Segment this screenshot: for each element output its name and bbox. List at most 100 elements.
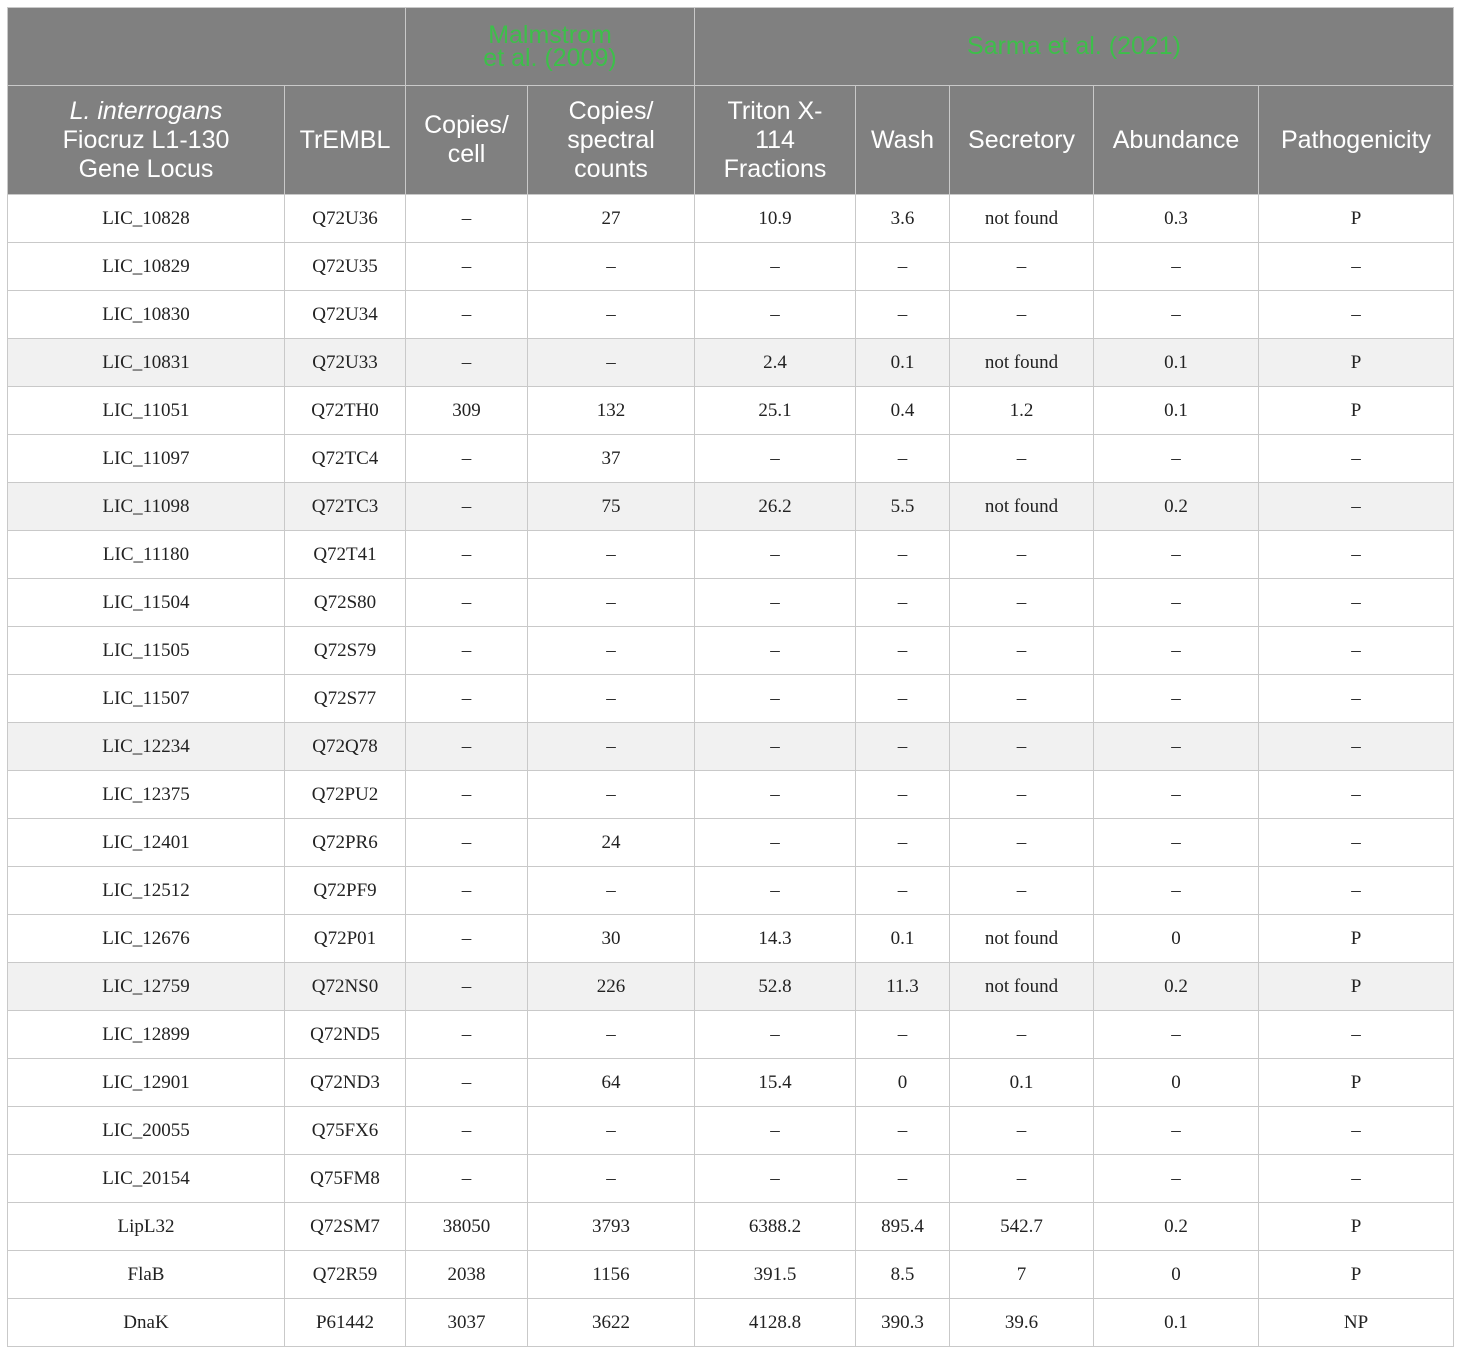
cell-trembl: Q72S80 (284, 578, 406, 627)
cell-trembl: Q72U33 (284, 338, 406, 387)
cell-gene-locus: LIC_10828 (7, 194, 285, 243)
cell-spectral-counts: 64 (526, 1058, 696, 1107)
column-header-copies-spectral-line1: Copies/ (568, 96, 654, 125)
cell-trembl: Q72U36 (284, 194, 406, 243)
cell-gene-locus: LIC_10830 (7, 290, 285, 339)
cell-triton-fractions: – (694, 1106, 857, 1155)
column-header-locus-line3: Gene Locus (78, 154, 214, 183)
cell-spectral-counts: – (526, 770, 696, 819)
column-header-wash: Wash (855, 85, 951, 195)
cell-trembl: Q72ND5 (284, 1010, 406, 1059)
cell-abundance: – (1093, 626, 1260, 675)
table-row: LIC_11097 Q72TC4–37– – – – – (7, 434, 1455, 483)
cell-triton-fractions: – (694, 578, 857, 627)
cell-gene-locus: LipL32 (7, 1202, 285, 1251)
column-header-copies-spectral-line3: counts (574, 154, 648, 183)
cell-abundance: 0.2 (1093, 962, 1260, 1011)
cell-copies-per-cell: – (405, 194, 528, 243)
cell-secretory: not found (949, 338, 1095, 387)
table-row: LipL32 Q72SM7 38050 3793 6388.2 895.4 542.7 0.2… (7, 1202, 1455, 1251)
cell-abundance: – (1093, 1154, 1260, 1203)
data-table: Malmstrom et al. (2009) Sarma et al. (20… (7, 7, 1455, 1347)
cell-triton-fractions: – (694, 530, 857, 579)
column-header-triton-line2: 114 (755, 125, 795, 154)
cell-pathogenicity: NP (1258, 1298, 1455, 1347)
cell-trembl: Q72PU2 (284, 770, 406, 819)
cell-copies-per-cell: 309 (405, 386, 528, 435)
cell-wash: – (855, 818, 951, 867)
cell-secretory: – (949, 866, 1095, 915)
cell-triton-fractions: 4128.8 (694, 1298, 857, 1347)
cell-pathogenicity: – (1258, 866, 1455, 915)
column-header-triton: Triton X- 114 Fractions (694, 85, 857, 195)
cell-abundance: – (1093, 530, 1260, 579)
column-header-copies-cell-line2: cell (447, 140, 486, 168)
cell-abundance: 0.2 (1093, 1202, 1260, 1251)
cell-triton-fractions: 10.9 (694, 194, 857, 243)
cell-spectral-counts: – (526, 1010, 696, 1059)
column-header-triton-line3: Fractions (723, 154, 827, 183)
cell-wash: 0.4 (855, 386, 951, 435)
cell-wash: 3.6 (855, 194, 951, 243)
cell-spectral-counts: 27 (526, 194, 696, 243)
cell-spectral-counts: – (526, 866, 696, 915)
cell-abundance: – (1093, 242, 1260, 291)
cell-wash: – (855, 722, 951, 771)
cell-secretory: 1.2 (949, 386, 1095, 435)
cell-gene-locus: LIC_12512 (7, 866, 285, 915)
table-row: LIC_10830 Q72U34– – – – – – – (7, 290, 1455, 339)
cell-triton-fractions: – (694, 722, 857, 771)
cell-gene-locus: LIC_12759 (7, 962, 285, 1011)
cell-wash: – (855, 626, 951, 675)
cell-wash: 895.4 (855, 1202, 951, 1251)
cell-pathogenicity: – (1258, 434, 1455, 483)
cell-wash: – (855, 770, 951, 819)
cell-secretory: 39.6 (949, 1298, 1095, 1347)
column-header-secretory: Secretory (949, 85, 1095, 195)
cell-gene-locus: LIC_12234 (7, 722, 285, 771)
cell-abundance: 0 (1093, 1058, 1260, 1107)
cell-secretory: – (949, 674, 1095, 723)
table-row: LIC_12234 Q72Q78– – – – – – – (7, 722, 1455, 771)
cell-pathogenicity: – (1258, 770, 1455, 819)
column-header-copies-spectral-line2: spectral (567, 125, 655, 154)
cell-trembl: Q72P01 (284, 914, 406, 963)
cell-spectral-counts: – (526, 578, 696, 627)
cell-copies-per-cell: – (405, 1106, 528, 1155)
cell-spectral-counts: 37 (526, 434, 696, 483)
cell-spectral-counts: – (526, 626, 696, 675)
cell-wash: – (855, 866, 951, 915)
cell-copies-per-cell: – (405, 1010, 528, 1059)
cell-copies-per-cell: – (405, 626, 528, 675)
cell-gene-locus: LIC_11098 (7, 482, 285, 531)
column-header-trembl: TrEMBL (284, 85, 406, 195)
cell-copies-per-cell: – (405, 290, 528, 339)
cell-triton-fractions: 6388.2 (694, 1202, 857, 1251)
cell-pathogenicity: – (1258, 290, 1455, 339)
cell-secretory: – (949, 770, 1095, 819)
column-header-triton-line1: Triton X- (727, 96, 823, 125)
cell-copies-per-cell: – (405, 1058, 528, 1107)
cell-pathogenicity: P (1258, 1250, 1455, 1299)
cell-spectral-counts: – (526, 1106, 696, 1155)
cell-pathogenicity: P (1258, 914, 1455, 963)
table-row: LIC_10828 Q72U36–27 10.9 3.6 not found 0.3 P (7, 194, 1455, 243)
cell-trembl: Q72U35 (284, 242, 406, 291)
cell-gene-locus: LIC_10829 (7, 242, 285, 291)
cell-trembl: Q72TC3 (284, 482, 406, 531)
cell-pathogenicity: P (1258, 1058, 1455, 1107)
table-row: LIC_11504 Q72S80– – – – – – – (7, 578, 1455, 627)
cell-secretory: 542.7 (949, 1202, 1095, 1251)
table-row: LIC_10829 Q72U35– – – – – – – (7, 242, 1455, 291)
table-header: Malmstrom et al. (2009) Sarma et al. (20… (7, 7, 1455, 195)
cell-trembl: Q72S77 (284, 674, 406, 723)
cell-copies-per-cell: – (405, 722, 528, 771)
cell-pathogenicity: – (1258, 242, 1455, 291)
column-header-copies-cell: Copies/ cell (405, 85, 528, 195)
cell-gene-locus: LIC_12901 (7, 1058, 285, 1107)
cell-abundance: 0 (1093, 1250, 1260, 1299)
cell-triton-fractions: – (694, 818, 857, 867)
cell-trembl: Q75FX6 (284, 1106, 406, 1155)
table-row: LIC_11051 Q72TH0 309 132 25.1 0.4 1.2 0.1 P (7, 386, 1455, 435)
cell-copies-per-cell: – (405, 674, 528, 723)
